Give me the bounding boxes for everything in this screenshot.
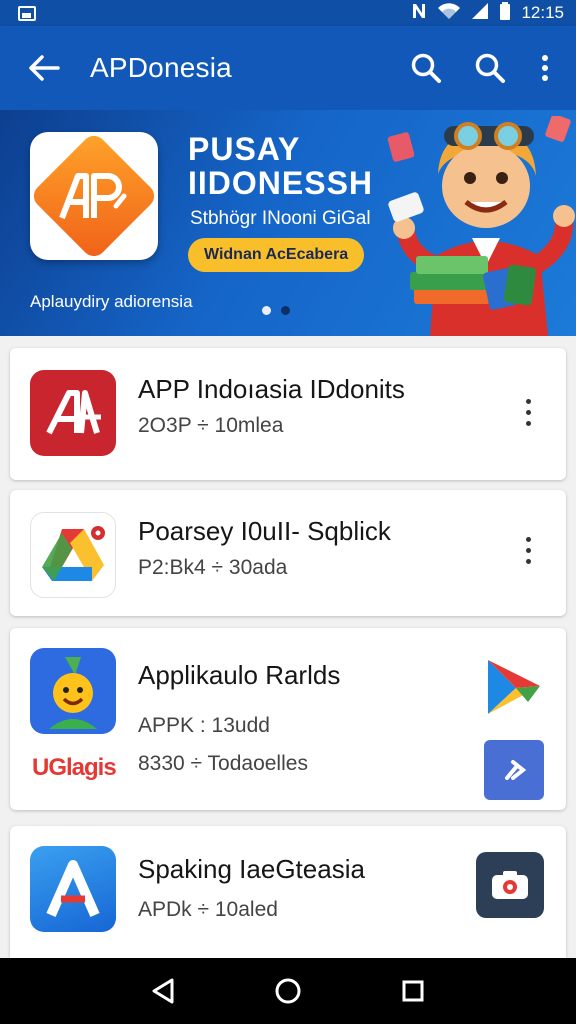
- chevron-right-icon: [505, 760, 527, 780]
- nav-home-button[interactable]: [264, 967, 312, 1015]
- back-button[interactable]: [20, 44, 68, 92]
- app-name: Poarsey I0uII- Sqblick: [138, 516, 391, 546]
- carousel-dot[interactable]: [281, 306, 290, 315]
- mascot-illustration: [387, 116, 575, 336]
- banner-app-logo: [28, 130, 160, 262]
- app-overflow-button[interactable]: [510, 530, 546, 570]
- system-nav-bar: [0, 958, 576, 1024]
- brand-label: UGlagis: [32, 754, 117, 782]
- app-overflow-button[interactable]: [510, 392, 546, 432]
- dot-icon: [525, 398, 531, 404]
- more-vertical-icon: [542, 55, 548, 81]
- square-recents-icon: [402, 980, 424, 1002]
- triangle-back-icon: [152, 978, 174, 1004]
- app-list-item[interactable]: APP Indoıasia IDdonits 2O3P ÷ 10mlea: [10, 348, 566, 480]
- camera-icon[interactable]: [476, 852, 544, 918]
- smiley-character-icon: [30, 648, 116, 734]
- dot-icon: [525, 547, 531, 553]
- carousel-dot-active[interactable]: [262, 306, 271, 315]
- banner-title-line1: PUSAY: [188, 131, 301, 167]
- banner-subtitle: Stbhögr INooni GiGal: [190, 208, 371, 229]
- play-store-icon[interactable]: [484, 656, 544, 716]
- red-ap-logo-icon: [30, 370, 116, 456]
- nfc-icon: [411, 2, 427, 25]
- app-name: Applikaulo Rarlds: [138, 660, 341, 690]
- wifi-icon: [437, 2, 461, 25]
- share-forward-button[interactable]: [484, 740, 544, 800]
- dot-icon: [525, 420, 531, 426]
- status-bar: 12:15: [0, 0, 576, 26]
- featured-banner[interactable]: PUSAY IIDONESSH Stbhögr INooni GiGal Wid…: [0, 110, 576, 336]
- arrow-left-icon: [29, 55, 60, 81]
- nav-back-button[interactable]: [139, 967, 187, 1015]
- nav-recents-button[interactable]: [389, 967, 437, 1015]
- dot-icon: [525, 558, 531, 564]
- banner-caption: Aplauydiry adiorensia: [30, 292, 193, 311]
- app-title: APDonesia: [90, 52, 232, 83]
- app-list-item[interactable]: Poarsey I0uII- Sqblick P2:Bk4 ÷ 30ada: [10, 490, 566, 616]
- app-name: Spaking IaeGteasia: [138, 854, 365, 884]
- app-list-item[interactable]: Spaking IaeGteasia APDk ÷ 10aled: [10, 826, 566, 976]
- banner-title-line2: IIDONESSH: [188, 165, 374, 201]
- search-icon: [475, 53, 505, 83]
- battery-icon: [499, 1, 511, 25]
- app-name: APP Indoıasia IDdonits: [138, 374, 405, 404]
- app-meta: 2O3P ÷ 10mlea: [138, 414, 284, 437]
- dot-icon: [525, 409, 531, 415]
- letter-a-icon: [30, 846, 116, 932]
- signal-icon: [471, 2, 489, 25]
- app-bar: APDonesia: [0, 26, 576, 110]
- banner-title: PUSAY IIDONESSH: [188, 132, 373, 200]
- drive-triangle-icon: [30, 512, 116, 598]
- app-meta: P2:Bk4 ÷ 30ada: [138, 556, 288, 579]
- app-meta: APPK : 13udd: [138, 714, 270, 737]
- search-button-secondary[interactable]: [466, 44, 514, 92]
- clock-time: 12:15: [521, 3, 564, 22]
- brand-label-text: UGlagis: [32, 754, 117, 781]
- search-button[interactable]: [402, 44, 450, 92]
- carousel-indicator[interactable]: [262, 306, 290, 315]
- app-secondary-meta: 8330 ÷ Todaoelles: [138, 752, 308, 775]
- app-list-item[interactable]: Applikaulo Rarlds APPK : 13udd UGlagis 8…: [10, 628, 566, 810]
- search-icon: [411, 53, 441, 83]
- ap-letters-icon: [59, 173, 127, 220]
- app-meta: APDk ÷ 10aled: [138, 898, 278, 921]
- dot-icon: [525, 536, 531, 542]
- overflow-menu-button[interactable]: [530, 44, 560, 92]
- circle-home-icon: [275, 978, 301, 1004]
- banner-cta-button[interactable]: Widnan AcEcabera: [188, 238, 365, 272]
- gallery-notification-icon: [18, 5, 36, 21]
